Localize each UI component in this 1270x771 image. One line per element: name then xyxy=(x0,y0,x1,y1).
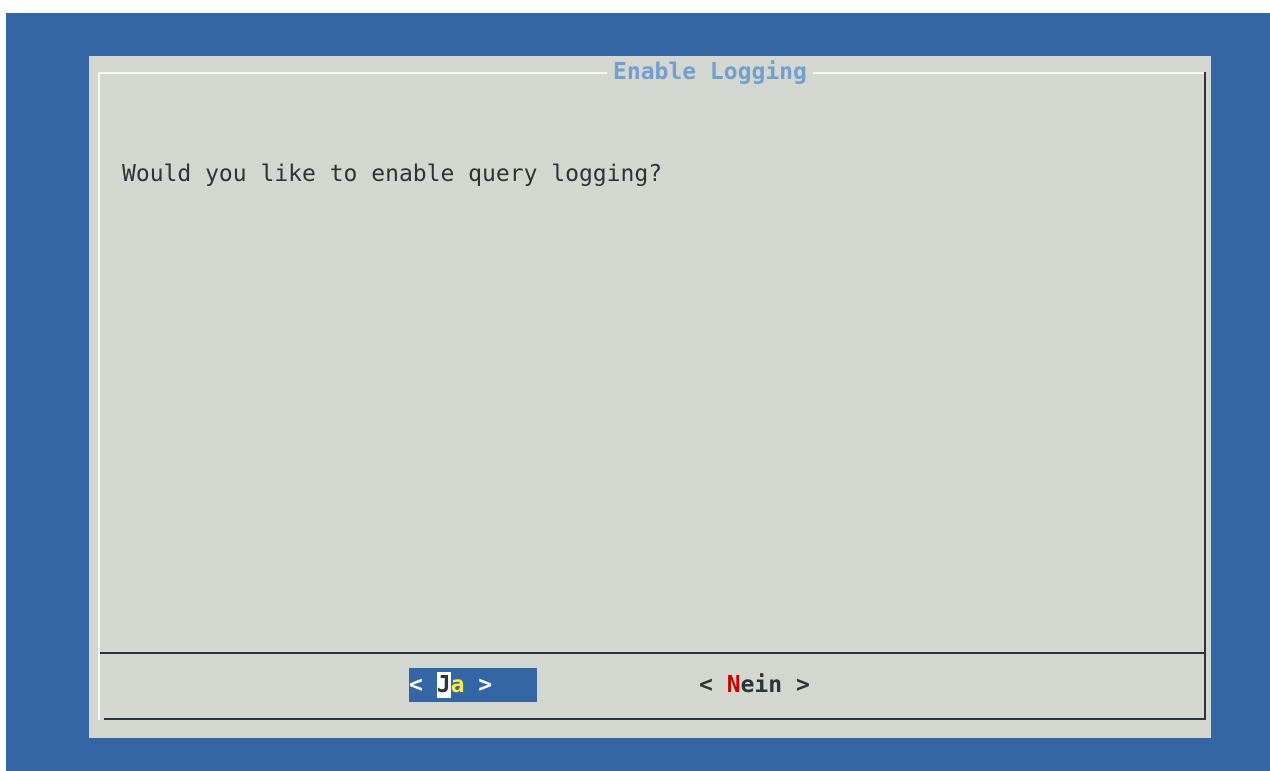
yes-button-label: a xyxy=(450,672,465,698)
dialog-title: Enable Logging xyxy=(607,58,813,86)
yes-button-open: < xyxy=(409,672,437,698)
button-separator-dark xyxy=(100,652,1206,654)
dialog-window: Enable Logging Would you like to enable … xyxy=(89,56,1211,738)
frame-right-border xyxy=(1204,72,1206,720)
dialog-message: Would you like to enable query logging? xyxy=(122,161,663,187)
no-button-close: > xyxy=(782,672,810,698)
no-button-hotkey: N xyxy=(726,672,741,698)
no-button-label: ein xyxy=(740,672,783,698)
no-button-open: < xyxy=(699,672,727,698)
no-button[interactable]: < Nein > xyxy=(699,668,810,702)
frame-bottom-border xyxy=(104,718,1206,720)
yes-button-close: > xyxy=(464,672,493,698)
frame-left-border xyxy=(98,72,100,720)
yes-button-hotkey: J xyxy=(436,672,451,698)
yes-button[interactable]: < Ja > xyxy=(409,668,537,702)
